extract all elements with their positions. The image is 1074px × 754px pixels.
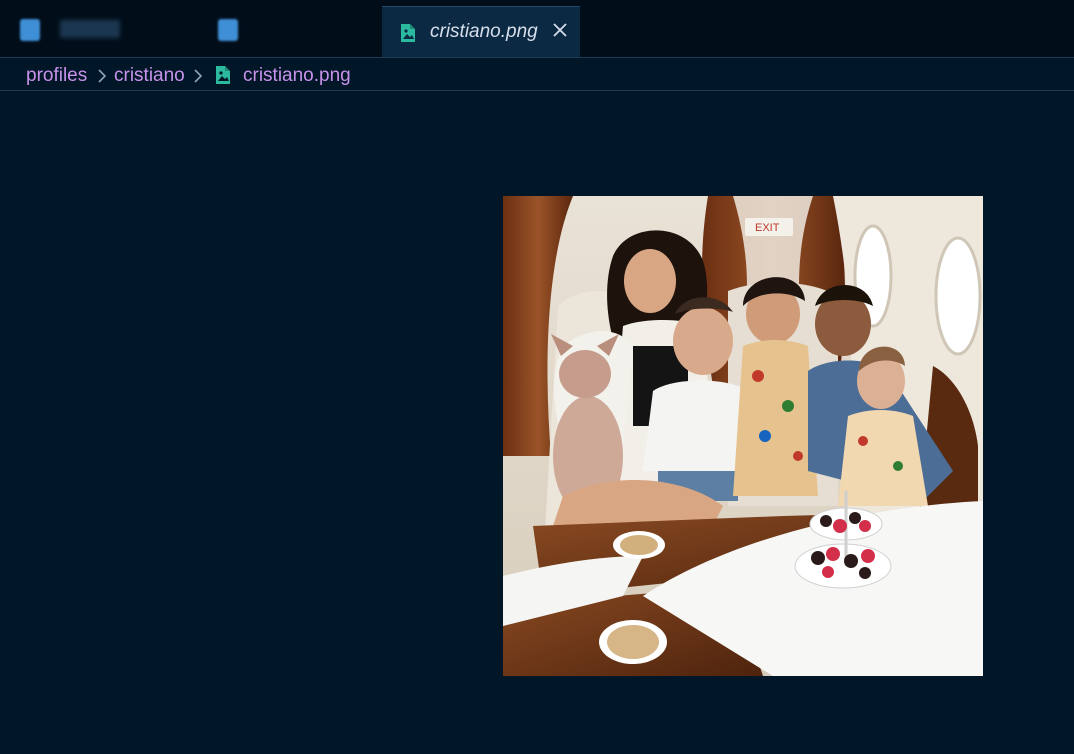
image-file-icon	[399, 23, 417, 48]
tab-bar: cristiano.png	[0, 0, 1074, 58]
photo-family-in-jet: EXIT	[503, 196, 983, 676]
breadcrumb-item-cristiano-png[interactable]: cristiano.png	[243, 65, 351, 87]
chevron-right-icon	[192, 68, 204, 89]
file-icon	[20, 19, 40, 41]
image-file-icon	[214, 65, 232, 90]
tab-blurred-2[interactable]	[200, 6, 380, 57]
tab-cristiano-png[interactable]: cristiano.png	[382, 6, 580, 57]
breadcrumb-item-profiles[interactable]: profiles	[26, 65, 87, 87]
svg-text:EXIT: EXIT	[755, 222, 780, 234]
tab-blurred-1[interactable]	[4, 6, 194, 57]
tab-label-redacted	[60, 20, 120, 38]
tab-label: cristiano.png	[430, 21, 538, 42]
file-icon	[218, 19, 238, 41]
image-preview: EXIT	[503, 196, 983, 676]
chevron-right-icon	[96, 68, 108, 89]
breadcrumb-item-cristiano[interactable]: cristiano	[114, 65, 185, 87]
breadcrumb: profiles cristiano cristiano.png	[0, 57, 1074, 91]
close-icon[interactable]	[549, 19, 571, 41]
